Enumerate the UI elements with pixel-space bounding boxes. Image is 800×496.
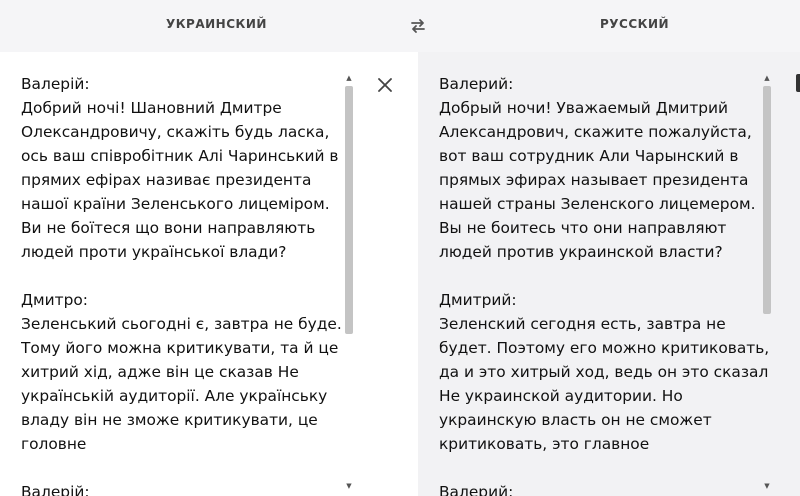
copy-icon[interactable] [796,74,800,92]
source-panel: Валерій: Добрий ночі! Шановний Дмитре Ол… [0,52,418,496]
scroll-down-arrow-icon[interactable]: ▼ [343,480,355,492]
target-scrollbar[interactable]: ▲ ▼ [761,72,773,492]
translation-text: Валерий: Добрый ночи! Уважаемый Дмитрий … [439,75,770,496]
swap-arrows-icon[interactable] [408,16,428,36]
close-icon[interactable] [374,74,396,96]
target-language-button[interactable]: РУССКИЙ [600,17,669,31]
scroll-up-arrow-icon[interactable]: ▲ [761,72,773,84]
source-scrollbar[interactable]: ▲ ▼ [343,72,355,492]
target-scroll-thumb[interactable] [763,86,771,314]
source-text-input[interactable]: Валерій: Добрий ночі! Шановний Дмитре Ол… [21,72,343,496]
language-bar: УКРАИНСКИЙ РУССКИЙ [0,0,800,52]
source-scroll-thumb[interactable] [345,86,353,334]
target-panel: Валерий: Добрый ночи! Уважаемый Дмитрий … [418,52,800,496]
scroll-up-arrow-icon[interactable]: ▲ [343,72,355,84]
source-language-button[interactable]: УКРАИНСКИЙ [166,17,267,31]
scroll-down-arrow-icon[interactable]: ▼ [761,480,773,492]
